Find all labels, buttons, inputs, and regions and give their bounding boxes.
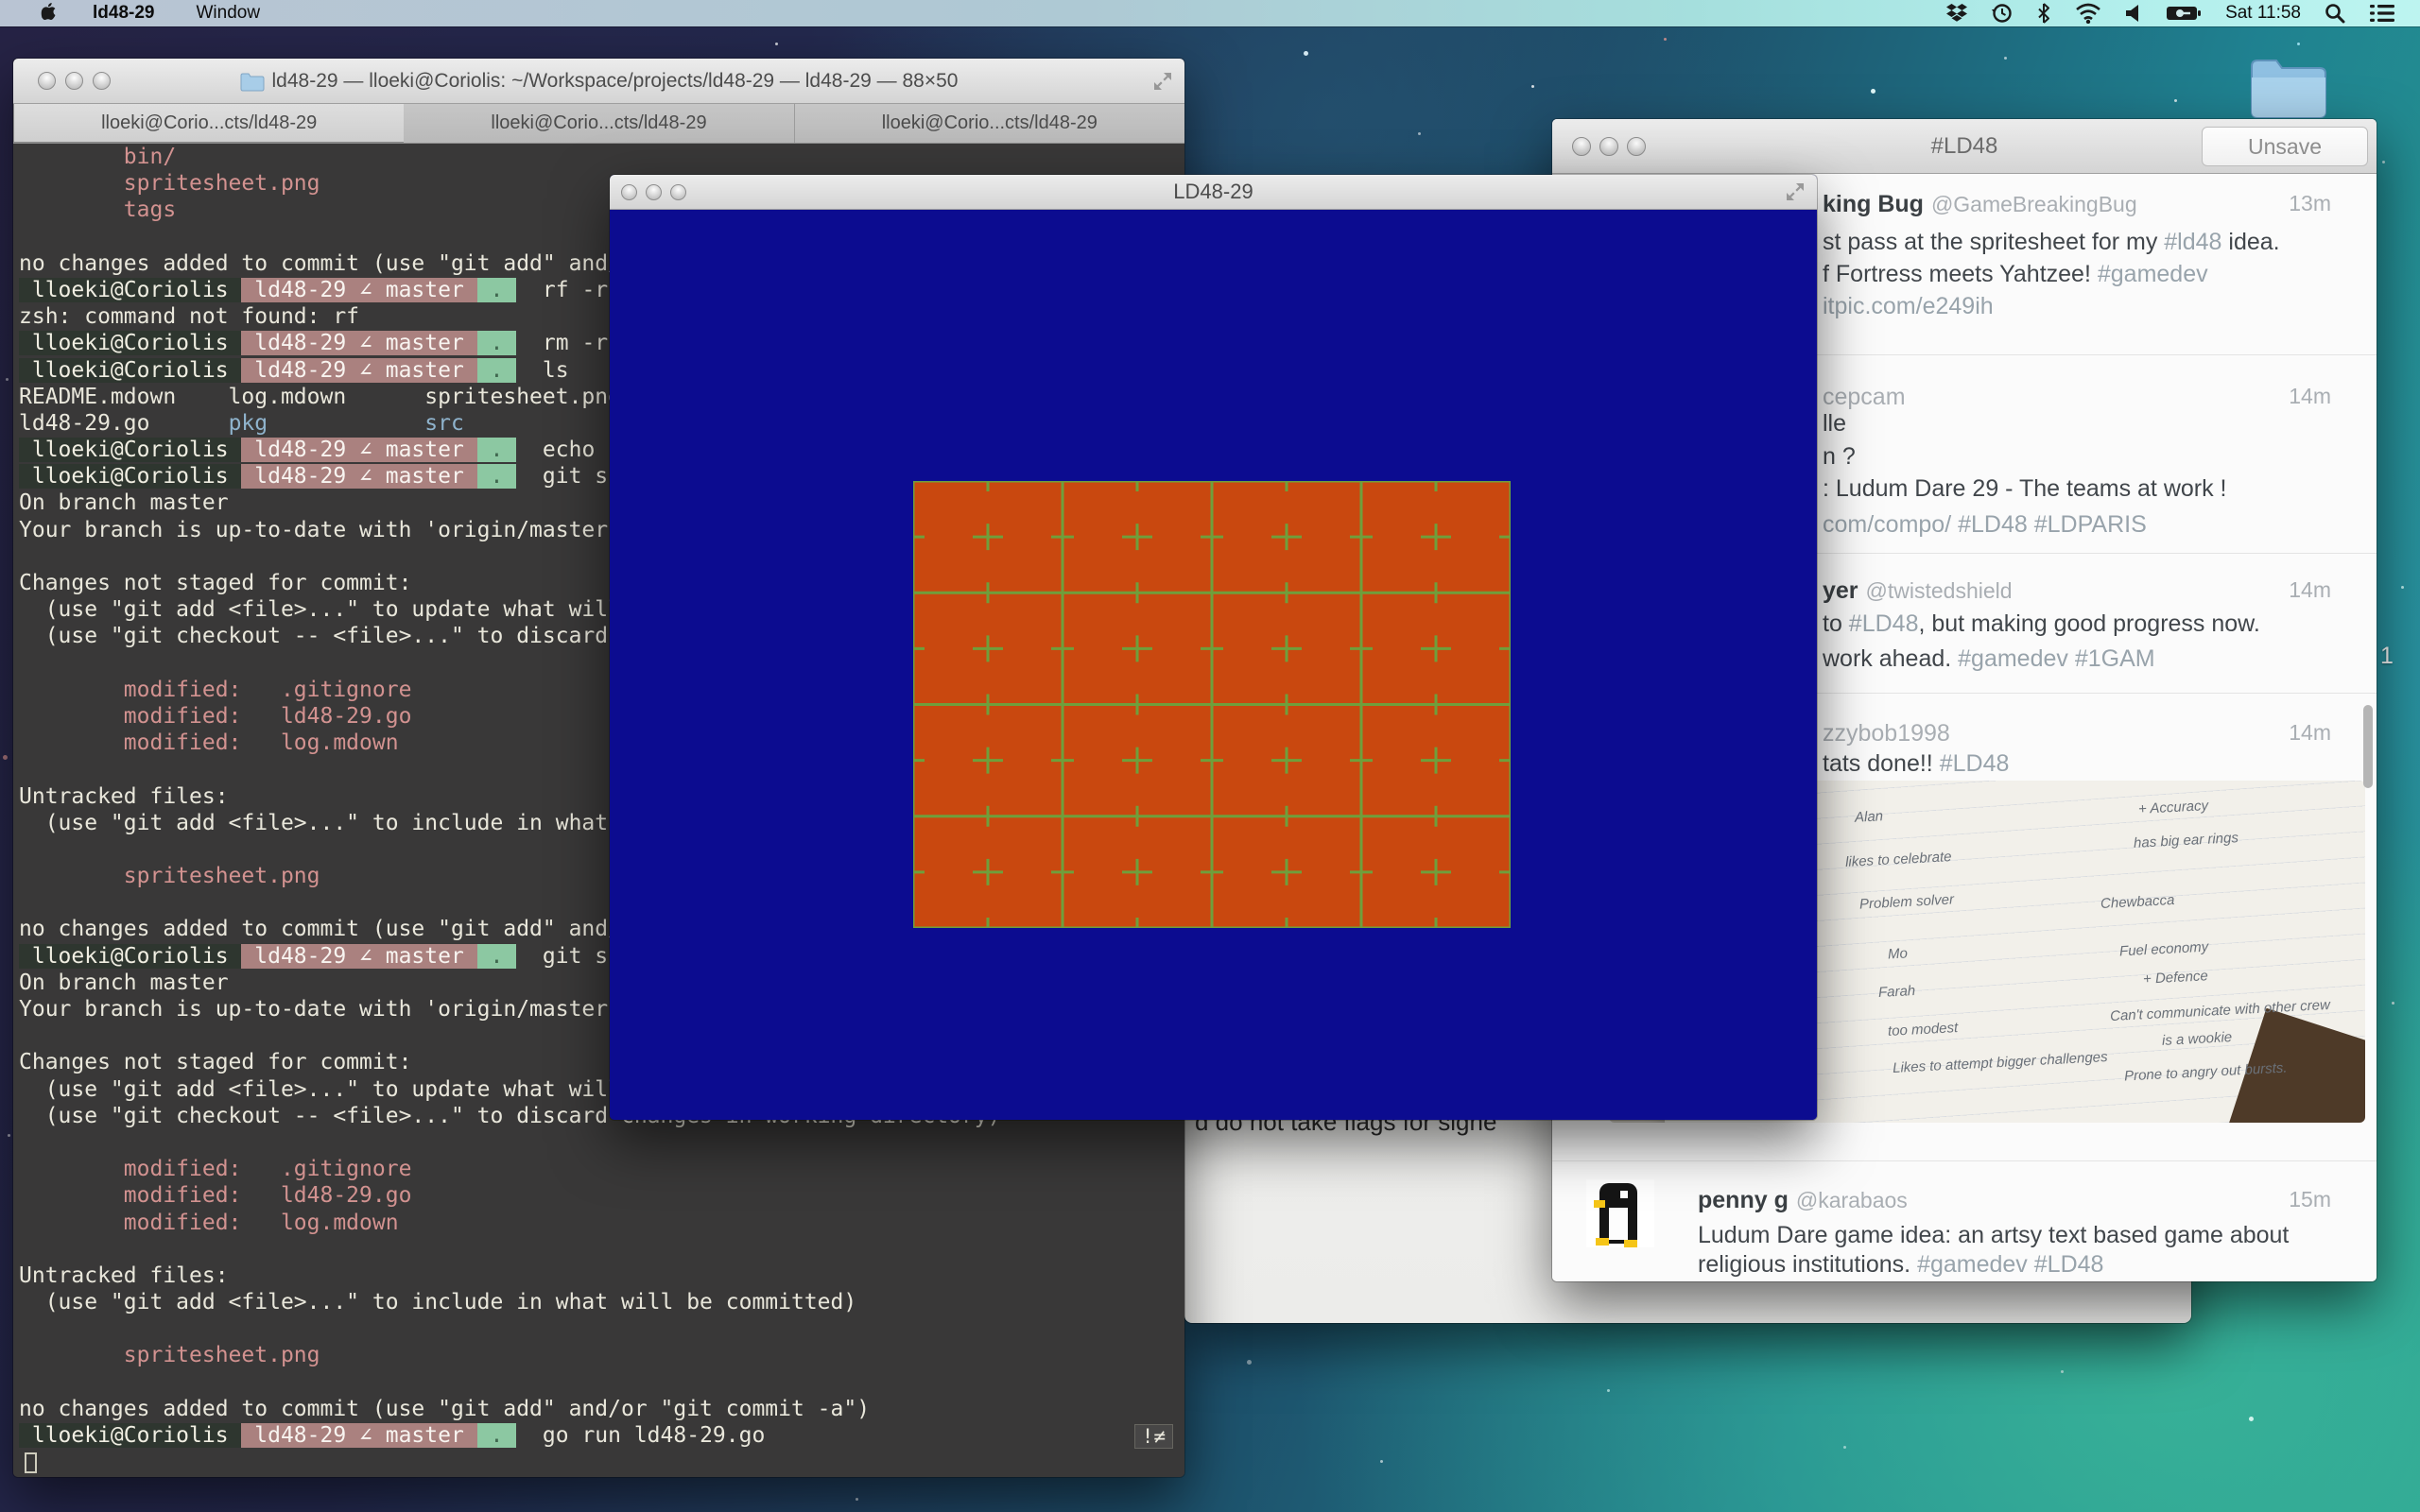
twitter-titlebar[interactable]: #LD48 Unsave (1552, 119, 2377, 174)
folder-icon (240, 71, 265, 92)
tweet-timestamp: 15m (2289, 1187, 2331, 1212)
tweet-link[interactable]: #gamedev (1958, 645, 2068, 672)
tweet-timestamp: 14m (2289, 577, 2331, 603)
game-window[interactable]: LD48-29 (610, 175, 1817, 1120)
tweet-link[interactable]: #LD48 (1940, 750, 2010, 777)
tweet-text: n ? (1823, 443, 1856, 471)
expand-icon[interactable] (1152, 71, 1173, 92)
terminal-line (13, 1129, 1184, 1156)
wifi-icon[interactable] (2063, 0, 2114, 26)
volume-icon[interactable] (2114, 0, 2153, 26)
game-titlebar[interactable]: LD48-29 (610, 175, 1817, 210)
tweet-text: f Fortress meets Yahtzee! #gamedev (1823, 261, 2208, 288)
tweet-separator (1552, 1160, 2377, 1161)
game-window-title: LD48-29 (610, 180, 1817, 204)
terminal-line (13, 1449, 1184, 1475)
tweet-link[interactable]: #1GAM (2075, 645, 2155, 672)
tweet-link[interactable]: #LD48 (1958, 511, 2028, 538)
menu-bar[interactable]: ld48-29 Window Sat 11:58 (0, 0, 2420, 26)
tweet-avatar[interactable] (1586, 1179, 1654, 1247)
tweet-text: religious institutions. #gamedev #LD48 (1698, 1251, 2103, 1279)
tweet-link[interactable]: #LD48 (1849, 610, 1919, 637)
tweet-text: to #LD48, but making good progress now. (1823, 610, 2260, 638)
tweet-link[interactable]: com/compo/ (1823, 511, 1951, 538)
terminal-line: modified: log.mdown (13, 1210, 1184, 1236)
tweet-link[interactable]: #LDPARIS (2034, 511, 2147, 538)
photo-handwriting: Alan (1855, 808, 1884, 826)
tweet-link[interactable]: #gamedev (2098, 261, 2208, 287)
photo-handwriting: Farah (1878, 983, 1916, 1001)
tweet-timestamp: 13m (2289, 191, 2331, 216)
spotlight-icon[interactable] (2312, 0, 2358, 26)
tweet-link[interactable]: #gamedev (1917, 1251, 2028, 1278)
terminal-tab-bar[interactable]: lloeki@Corio...cts/ld48-29lloeki@Corio..… (13, 104, 1184, 144)
terminal-line: lloeki@Coriolis ld48-29 ∠ master . go ru… (13, 1422, 1184, 1449)
expand-icon[interactable] (1785, 181, 1806, 202)
tweet-author[interactable]: king Bug@GameBreakingBug (1823, 191, 2137, 218)
tweet-author[interactable]: zzybob1998 (1823, 720, 1950, 747)
tweet-text: lle (1823, 410, 1846, 438)
battery-icon[interactable] (2153, 0, 2214, 26)
tweet-author[interactable]: cepcam (1823, 384, 1906, 411)
terminal-line (13, 1369, 1184, 1396)
penguin-pixel-avatar (1586, 1179, 1654, 1247)
tweet-link[interactable]: #LD48 (2034, 1251, 2104, 1278)
photo-handwriting: + Defence (2143, 968, 2209, 988)
terminal-cursor (25, 1452, 37, 1473)
dropbox-icon[interactable] (1934, 0, 1979, 26)
terminal-tab-3[interactable]: lloeki@Corio...cts/ld48-29 (795, 104, 1184, 143)
terminal-line (13, 1236, 1184, 1263)
tweet-link[interactable]: #ld48 (2164, 229, 2221, 255)
unsave-button[interactable]: Unsave (2202, 127, 2368, 166)
tweet-text: tats done!! #LD48 (1823, 750, 2009, 778)
terminal-line: modified: .gitignore (13, 1156, 1184, 1182)
desktop-folder-icon[interactable] (2248, 53, 2329, 121)
menu-clock[interactable]: Sat 11:58 (2214, 3, 2312, 24)
tweet-text: st pass at the spritesheet for my #ld48 … (1823, 229, 2280, 256)
tweet-text: : Ludum Dare 29 - The teams at work ! (1823, 475, 2227, 503)
terminal-window-title: ld48-29 — lloeki@Coriolis: ~/Workspace/p… (272, 70, 959, 93)
terminal-line: bin/ (13, 144, 1184, 170)
scrollbar-thumb[interactable] (2363, 705, 2373, 788)
time-machine-icon[interactable] (1979, 0, 2025, 26)
prompt-status-badge: !≠ (1134, 1424, 1173, 1449)
tweet-author[interactable]: penny g@karabaos (1698, 1187, 1908, 1214)
terminal-line: modified: ld48-29.go (13, 1182, 1184, 1209)
tweet-author[interactable]: yer@twistedshield (1823, 577, 2013, 605)
tweet-text: work ahead. #gamedev #1GAM (1823, 645, 2155, 673)
tweet-link[interactable]: itpic.com/e249ih (1823, 293, 1994, 319)
menu-window[interactable]: Window (179, 0, 277, 26)
tweet-text: com/compo/ #LD48 #LDPARIS (1823, 511, 2147, 539)
terminal-tab-1[interactable]: lloeki@Corio...cts/ld48-29 (13, 104, 405, 143)
photo-handwriting: Mo (1888, 945, 1909, 962)
tweet-text: Ludum Dare game idea: an artsy text base… (1698, 1222, 2289, 1249)
app-menu-ld48-29[interactable]: ld48-29 (66, 0, 171, 26)
bluetooth-icon[interactable] (2025, 0, 2063, 26)
terminal-line (13, 1315, 1184, 1342)
tweet-timestamp: 14m (2289, 720, 2331, 746)
spritesheet-grid (913, 481, 1511, 928)
terminal-line: spritesheet.png (13, 1342, 1184, 1368)
terminal-line: (use "git add <file>..." to include in w… (13, 1289, 1184, 1315)
stray-badge: 1 (2380, 643, 2394, 670)
notification-center-icon[interactable] (2358, 0, 2407, 26)
terminal-titlebar[interactable]: ld48-29 — lloeki@Coriolis: ~/Workspace/p… (13, 59, 1184, 104)
terminal-tab-2[interactable]: lloeki@Corio...cts/ld48-29 (404, 104, 794, 143)
terminal-line: Untracked files: (13, 1263, 1184, 1289)
game-canvas (610, 210, 1817, 1120)
terminal-line: no changes added to commit (use "git add… (13, 1396, 1184, 1422)
apple-menu-icon[interactable] (40, 3, 59, 24)
tweet-timestamp: 14m (2289, 384, 2331, 409)
tweet-text: itpic.com/e249ih (1823, 293, 1994, 320)
